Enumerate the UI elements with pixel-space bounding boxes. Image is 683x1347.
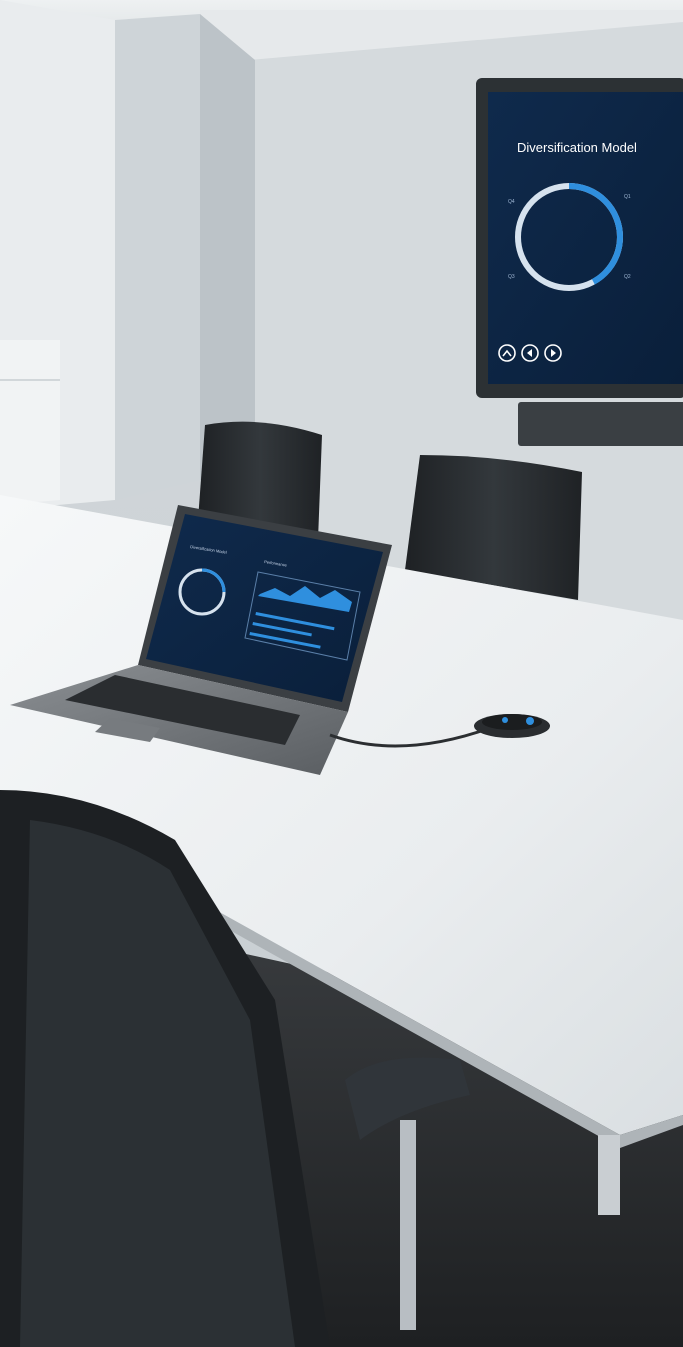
conference-room-scene: Diversification Model Q1 Q2 Q3 Q4 Divers…	[0, 0, 683, 1347]
pillar-side	[200, 14, 255, 480]
puck-button-icon	[526, 717, 534, 725]
soundbar	[518, 402, 683, 446]
pillar	[115, 14, 200, 500]
puck-light-icon	[502, 717, 508, 723]
ring-label-q3: Q3	[508, 274, 515, 280]
wall-display: Diversification Model Q1 Q2 Q3 Q4	[476, 78, 683, 446]
ring-label-q1: Q1	[624, 194, 631, 200]
window-frame	[0, 340, 60, 505]
chair-chrome-post	[400, 1120, 416, 1330]
ring-label-q2: Q2	[624, 274, 631, 280]
display-title: Diversification Model	[517, 140, 637, 155]
conference-puck[interactable]	[474, 714, 550, 738]
table-leg	[598, 1135, 620, 1215]
ring-label-q4: Q4	[508, 199, 515, 205]
